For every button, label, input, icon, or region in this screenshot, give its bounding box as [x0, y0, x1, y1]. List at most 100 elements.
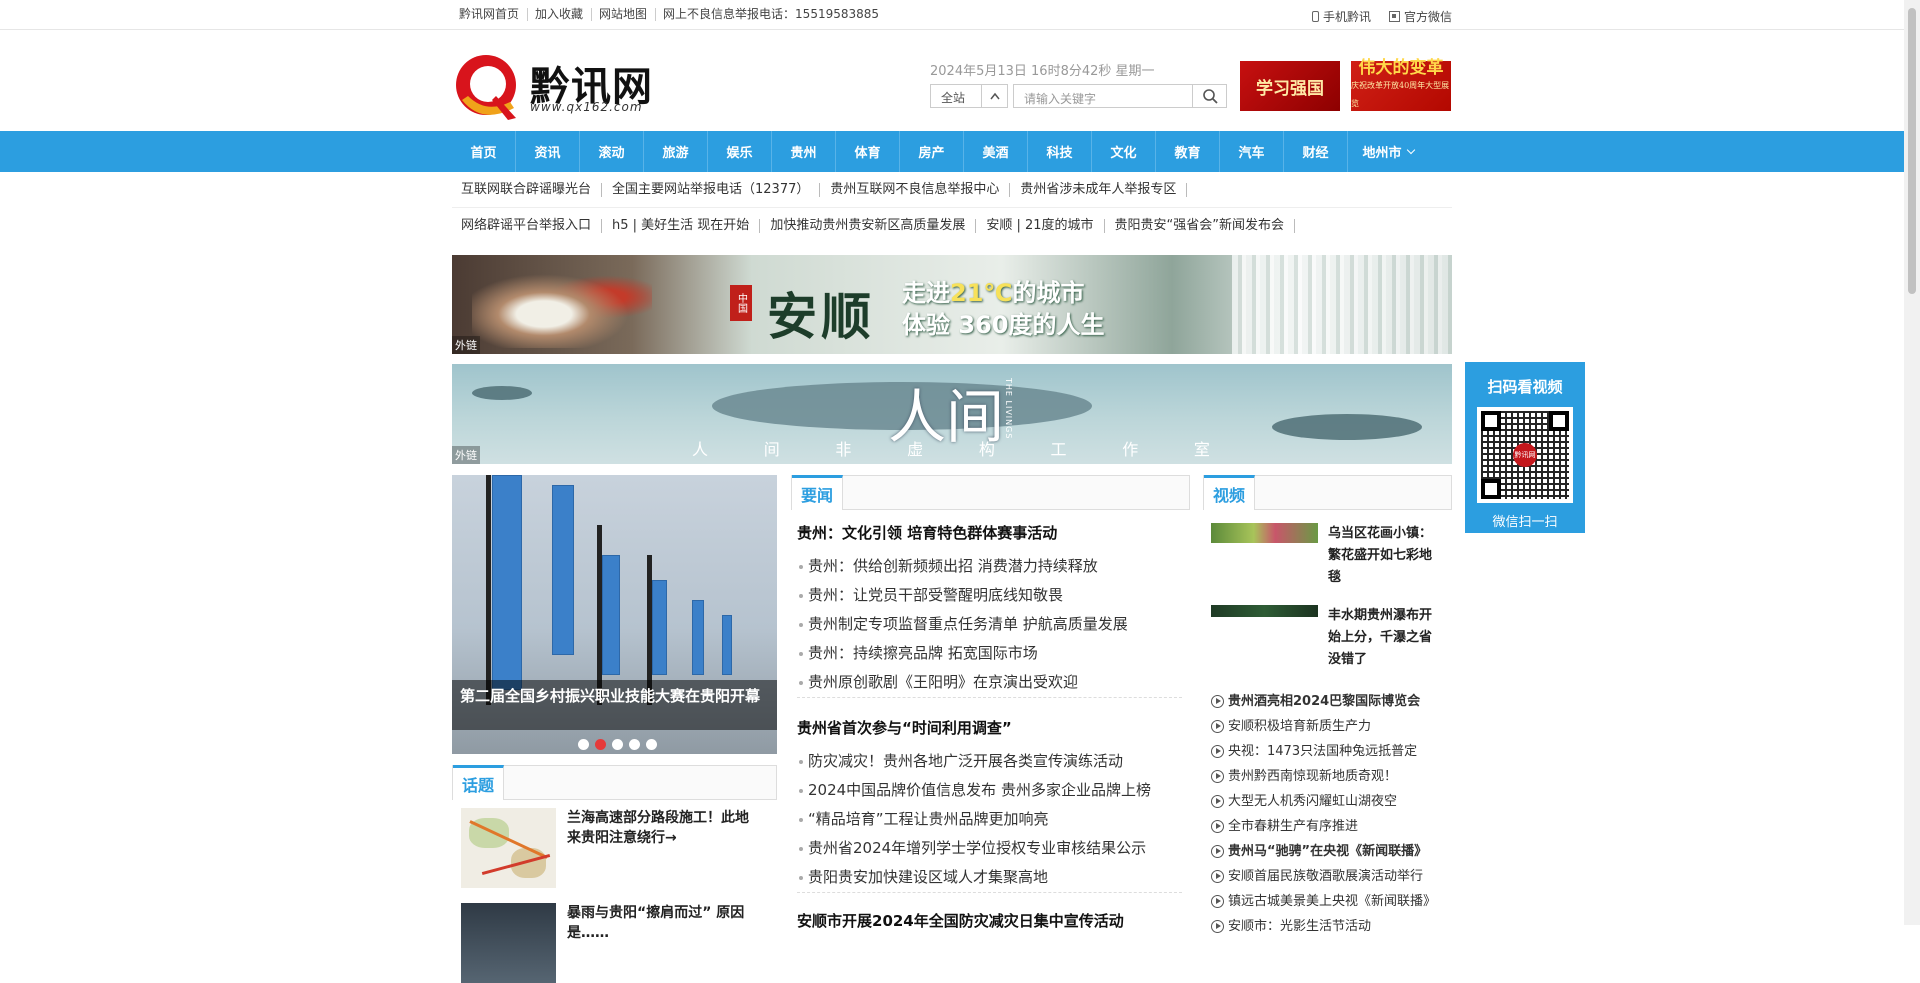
video-list-item[interactable]: 全市春耕生产有序推进	[1211, 814, 1451, 839]
whale-image	[472, 386, 532, 400]
xuexi-qiangguo-banner[interactable]: 学习强国	[1240, 61, 1340, 111]
whale-image	[1272, 414, 1422, 440]
news-item[interactable]: 防灾减灾！贵州各地广泛开展各类宣传演练活动	[797, 747, 1182, 776]
news-item[interactable]: “精品培育”工程让贵州品牌更加响亮	[797, 805, 1182, 834]
nav-item-liquor[interactable]: 美酒	[964, 131, 1028, 172]
external-link-tag: 外链	[452, 446, 480, 464]
great-change-subtitle: 庆祝改革开放40周年大型展览	[1351, 81, 1450, 108]
topic-title[interactable]: 暴雨与贵阳“擦肩而过” 原因是……	[567, 903, 752, 943]
quick-link[interactable]: 安顺 | 21度的城市	[976, 219, 1105, 233]
anshun-banner[interactable]: 中国 安顺 走进21℃的城市 体验 360度的人生 外链	[452, 255, 1452, 354]
nav-item-entertainment[interactable]: 娱乐	[708, 131, 772, 172]
renjian-banner[interactable]: 人间 THE LIVINGS 人间非虚构工作室 外链	[452, 364, 1452, 464]
topic-title[interactable]: 兰海高速部分路段施工！此地来贵阳注意绕行→	[567, 808, 752, 848]
video-list-item[interactable]: 安顺市：光影生活节活动	[1211, 914, 1451, 939]
slide-caption[interactable]: 第二届全国乡村振兴职业技能大赛在贵阳开幕	[452, 680, 777, 730]
slide-dot[interactable]	[646, 739, 657, 750]
video-list-item[interactable]: 安顺首届民族敬酒歌展演活动举行	[1211, 864, 1451, 889]
topic-item[interactable]: 兰海高速部分路段施工！此地来贵阳注意绕行→	[461, 808, 771, 888]
headline[interactable]: 安顺市开展2024年全国防灾减灾日集中宣传活动	[797, 910, 1182, 931]
search-scope-select[interactable]: 全站	[930, 84, 1008, 108]
news-item[interactable]: 贵州：供给创新频频出招 消费潜力持续释放	[797, 552, 1182, 581]
search-input[interactable]: 请输入关键字	[1013, 84, 1193, 108]
video-title[interactable]: 丰水期贵州瀑布开始上分，千瀑之省没错了	[1328, 605, 1442, 671]
mobile-link[interactable]: 手机黔讯	[1311, 8, 1371, 25]
news-item[interactable]: 2024中国品牌价值信息发布 贵州多家企业品牌上榜	[797, 776, 1182, 805]
chevron-down-icon	[1406, 145, 1415, 155]
headline[interactable]: 贵州省首次参与“时间利用调查”	[797, 717, 1182, 738]
video-list-item[interactable]: 大型无人机秀闪耀虹山湖夜空	[1211, 789, 1451, 814]
nav-item-news[interactable]: 资讯	[516, 131, 580, 172]
quick-link[interactable]: 加快推动贵州贵安新区高质量发展	[760, 219, 977, 233]
news-item[interactable]: 贵州原创歌剧《王阳明》在京演出受欢迎	[797, 668, 1182, 697]
quick-link[interactable]: h5 | 美好生活 现在开始	[602, 219, 761, 233]
quick-link[interactable]: 全国主要网站举报电话（12377）	[602, 182, 821, 197]
search-icon	[1202, 89, 1218, 104]
play-icon	[1211, 920, 1224, 933]
news-slideshow[interactable]: 第二届全国乡村振兴职业技能大赛在贵阳开幕	[452, 475, 777, 754]
nav-item-education[interactable]: 教育	[1156, 131, 1220, 172]
news-item[interactable]: 贵州：持续擦亮品牌 拓宽国际市场	[797, 639, 1182, 668]
slide-pagination	[578, 739, 657, 750]
scrollbar-thumb[interactable]	[1908, 8, 1916, 294]
bookmark-link[interactable]: 加入收藏	[528, 8, 593, 21]
nav-item-culture[interactable]: 文化	[1092, 131, 1156, 172]
video-qr-widget[interactable]: 扫码看视频 黔讯网 微信扫一扫	[1465, 362, 1585, 533]
nav-item-sports[interactable]: 体育	[836, 131, 900, 172]
nav-item-travel[interactable]: 旅游	[644, 131, 708, 172]
slide-dot[interactable]	[578, 739, 589, 750]
wechat-link[interactable]: 官方微信	[1388, 8, 1452, 25]
nav-item-tech[interactable]: 科技	[1028, 131, 1092, 172]
search-button[interactable]	[1192, 84, 1227, 108]
qr-icon	[1388, 11, 1400, 22]
video-list-item[interactable]: 贵州酒亮相2024巴黎国际博览会	[1211, 689, 1451, 714]
topic-thumbnail-map	[461, 808, 556, 888]
quick-link[interactable]: 贵州省涉未成年人举报专区	[1010, 182, 1188, 197]
tab-huati[interactable]: 话题	[453, 765, 505, 800]
nav-item-guizhou[interactable]: 贵州	[772, 131, 836, 172]
sitemap-link[interactable]: 网站地图	[592, 8, 657, 21]
video-featured-item[interactable]: 乌当区花画小镇：繁花盛开如七彩地毯	[1211, 523, 1443, 589]
great-change-banner[interactable]: 伟大的变革 庆祝改革开放40周年大型展览	[1351, 59, 1451, 111]
quick-link[interactable]: 贵阳贵安“强省会”新闻发布会	[1105, 219, 1295, 233]
video-title[interactable]: 乌当区花画小镇：繁花盛开如七彩地毯	[1328, 523, 1442, 589]
news-item[interactable]: 贵州省2024年增列学士学位授权专业审核结果公示	[797, 834, 1182, 863]
nav-item-auto[interactable]: 汽车	[1220, 131, 1284, 172]
yaowen-group-3: 安顺市开展2024年全国防灾减灾日集中宣传活动	[797, 910, 1182, 931]
quick-link[interactable]: 互联网联合辟谣曝光台	[452, 182, 603, 197]
slide-dot[interactable]	[629, 739, 640, 750]
search-scope-label: 全站	[941, 91, 966, 105]
nav-item-finance[interactable]: 财经	[1284, 131, 1348, 172]
news-item[interactable]: 贵州制定专项监督重点任务清单 护航高质量发展	[797, 610, 1182, 639]
quick-link[interactable]: 网络辟谣平台举报入口	[452, 219, 603, 233]
play-icon	[1211, 720, 1224, 733]
video-list: 贵州酒亮相2024巴黎国际博览会 安顺积极培育新质生产力 央视：1473只法国种…	[1211, 689, 1451, 939]
video-list-item[interactable]: 贵州黔西南惊现新地质奇观！	[1211, 764, 1451, 789]
banner-subtitle: 人间非虚构工作室	[692, 440, 1212, 459]
video-list-item[interactable]: 安顺积极培育新质生产力	[1211, 714, 1451, 739]
nav-item-rolling[interactable]: 滚动	[580, 131, 644, 172]
nav-item-realestate[interactable]: 房产	[900, 131, 964, 172]
topic-item[interactable]: 暴雨与贵阳“擦肩而过” 原因是……	[461, 903, 771, 983]
video-thumbnail	[1211, 523, 1318, 543]
video-list-item[interactable]: 央视：1473只法国种兔远抵普定	[1211, 739, 1451, 764]
slide-dot[interactable]	[612, 739, 623, 750]
video-featured-item[interactable]: 丰水期贵州瀑布开始上分，千瀑之省没错了	[1211, 605, 1443, 671]
news-item[interactable]: 贵州：让党员干部受警醒明底线知敬畏	[797, 581, 1182, 610]
nav-item-home[interactable]: 首页	[452, 131, 516, 172]
tab-video[interactable]: 视频	[1204, 475, 1256, 510]
quick-link[interactable]: 贵州互联网不良信息举报中心	[820, 182, 1011, 197]
news-item[interactable]: 贵阳贵安加快建设区域人才集聚高地	[797, 863, 1182, 892]
tab-yaowen[interactable]: 要闻	[792, 475, 844, 510]
play-icon	[1211, 745, 1224, 758]
home-link[interactable]: 黔讯网首页	[459, 8, 529, 21]
video-list-item[interactable]: 镇远古城美景美上央视《新闻联播》	[1211, 889, 1451, 914]
slide-dot-active[interactable]	[595, 739, 606, 750]
headline[interactable]: 贵州：文化引领 培育特色群体赛事活动	[797, 522, 1182, 543]
quick-links-row-1: 互联网联合辟谣曝光台 全国主要网站举报电话（12377） 贵州互联网不良信息举报…	[452, 172, 1452, 208]
chevron-up-icon[interactable]	[981, 85, 1007, 107]
page-scrollbar[interactable]	[1904, 0, 1920, 925]
nav-item-prefectures[interactable]: 地州市	[1348, 131, 1428, 172]
site-logo[interactable]: 黔讯网 www.qx162.com	[452, 50, 667, 122]
video-list-item[interactable]: 贵州马“驰骋”在央视《新闻联播》	[1211, 839, 1451, 864]
